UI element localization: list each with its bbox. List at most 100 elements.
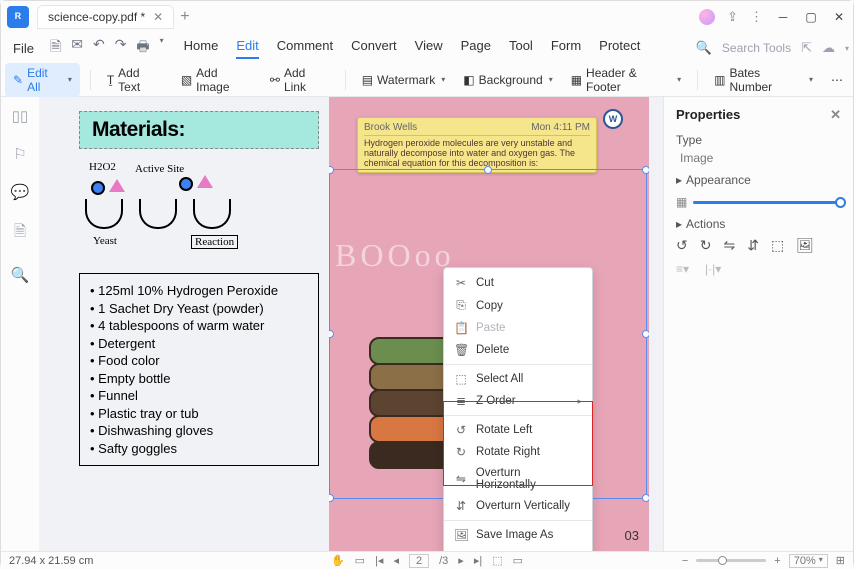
opacity-slider[interactable]	[693, 201, 841, 204]
ctx-select-all[interactable]: ⬚Select All	[444, 368, 592, 390]
resize-handle[interactable]	[329, 330, 334, 338]
last-page-icon[interactable]: ▸|	[474, 554, 482, 567]
cloud-sync-icon[interactable]: ☁	[822, 40, 835, 56]
flip-v-action[interactable]: ⇵	[747, 237, 759, 254]
crop-action[interactable]: ⬚	[771, 237, 784, 254]
overflow-button[interactable]: ⋯	[825, 71, 849, 89]
resize-handle[interactable]	[642, 494, 649, 502]
mail-icon[interactable]: ✉	[71, 36, 83, 60]
ctx-overturn-v[interactable]: ⇵Overturn Vertically	[444, 495, 592, 517]
materials-heading: Materials:	[92, 118, 306, 142]
select-tool-icon[interactable]: ▭	[355, 554, 365, 567]
add-image-button[interactable]: ▧Add Image	[175, 64, 258, 96]
list-item: • Funnel	[90, 387, 308, 405]
rotate-right-action[interactable]: ↻	[700, 237, 712, 254]
document-tab[interactable]: science-copy.pdf * ✕	[37, 5, 174, 29]
text-icon: Ṯ	[107, 73, 114, 87]
ctx-copy[interactable]: ⎘Copy	[444, 294, 592, 317]
file-menu[interactable]: File	[5, 39, 42, 58]
account-avatar-icon[interactable]	[699, 9, 715, 25]
save-icon[interactable]: 🗎	[50, 36, 61, 60]
menu-view[interactable]: View	[415, 38, 443, 59]
sticky-note[interactable]: Brook Wells Mon 4:11 PM Hydrogen peroxid…	[357, 117, 597, 173]
resize-handle[interactable]	[642, 330, 649, 338]
add-text-button[interactable]: ṮAdd Text	[101, 64, 169, 96]
background-button[interactable]: ◧Background▾	[457, 71, 558, 89]
next-page-icon[interactable]: ▸	[458, 554, 464, 567]
close-window-button[interactable]: ✕	[831, 10, 847, 24]
ctx-delete[interactable]: 🗑Delete	[444, 339, 592, 361]
align-left-action[interactable]: ≡▾	[676, 262, 689, 276]
rotate-left-action[interactable]: ↺	[676, 237, 688, 254]
resize-handle[interactable]	[329, 166, 334, 174]
settings-caret-icon[interactable]: ▾	[845, 44, 849, 53]
slider-thumb[interactable]	[835, 197, 846, 208]
zoom-in-icon[interactable]: +	[774, 555, 780, 567]
statusbar: 27.94 x 21.59 cm ✋ ▭ |◂ ◂ 2 /3 ▸ ▸| ⬚ ▭ …	[1, 551, 853, 569]
prev-page-icon[interactable]: ◂	[393, 554, 399, 567]
menu-comment[interactable]: Comment	[277, 38, 333, 59]
header-footer-button[interactable]: ▦Header & Footer▾	[565, 64, 687, 96]
comment-panel-icon[interactable]: 💬	[11, 183, 30, 201]
resize-handle[interactable]	[329, 494, 334, 502]
resize-handle[interactable]	[484, 166, 492, 174]
kebab-menu-icon[interactable]: ⋮	[750, 9, 763, 25]
undo-icon[interactable]: ↶	[93, 36, 105, 60]
zoom-out-icon[interactable]: −	[682, 555, 688, 567]
export-icon[interactable]: ⇱	[801, 40, 812, 56]
ctx-overturn-h[interactable]: ⇋Overturn Horizontally	[444, 463, 592, 495]
attachment-icon[interactable]: 🗎	[14, 221, 26, 246]
ctx-rotate-right[interactable]: ↻Rotate Right	[444, 441, 592, 463]
edit-all-button[interactable]: ✎ Edit All ▾	[5, 63, 80, 97]
page-input[interactable]: 2	[409, 554, 429, 568]
close-panel-icon[interactable]: ✕	[830, 107, 841, 123]
fit-page-icon[interactable]: ⬚	[492, 554, 502, 567]
minimize-button[interactable]: ─	[775, 10, 791, 24]
zoom-slider[interactable]	[696, 559, 766, 562]
search-placeholder[interactable]: Search Tools	[722, 41, 791, 55]
search-icon[interactable]: 🔍	[696, 40, 712, 56]
ctx-cut[interactable]: ✂Cut	[444, 272, 592, 294]
search-panel-icon[interactable]: 🔍	[11, 266, 30, 284]
replace-action[interactable]: 🖼	[796, 237, 814, 254]
align-dist-action[interactable]: |·|▾	[705, 262, 721, 276]
word-export-icon[interactable]: W	[603, 109, 623, 129]
bates-button[interactable]: ▥Bates Number▾	[708, 64, 819, 96]
watermark-button[interactable]: ▤Watermark▾	[356, 71, 452, 89]
print-icon[interactable]: 🖶	[136, 36, 149, 60]
zoom-value[interactable]: 70%▾	[789, 554, 828, 568]
fit-width-icon[interactable]: ⊞	[836, 554, 845, 567]
ctx-save-image[interactable]: 🖼Save Image As	[444, 524, 592, 546]
close-tab-icon[interactable]: ✕	[153, 10, 163, 24]
thumbnails-icon[interactable]: ▯▯	[12, 107, 29, 125]
menu-page[interactable]: Page	[461, 38, 491, 59]
menu-edit[interactable]: Edit	[236, 38, 258, 59]
redo-icon[interactable]: ↷	[115, 36, 127, 60]
menu-form[interactable]: Form	[551, 38, 581, 59]
menu-convert[interactable]: Convert	[351, 38, 397, 59]
ctx-replace-image[interactable]: ⟲Replace Image	[444, 546, 592, 551]
menu-tool[interactable]: Tool	[509, 38, 533, 59]
zoom-thumb[interactable]	[718, 556, 727, 565]
share-icon[interactable]: ⇪	[727, 9, 738, 25]
ctx-z-order[interactable]: ≣Z Order▸	[444, 390, 592, 412]
hand-tool-icon[interactable]: ✋	[331, 554, 345, 567]
actions-section[interactable]: ▸ Actions	[676, 217, 841, 231]
menu-home[interactable]: Home	[184, 38, 219, 59]
first-page-icon[interactable]: |◂	[375, 554, 383, 567]
add-link-button[interactable]: ⚯Add Link	[264, 64, 335, 96]
menu-protect[interactable]: Protect	[599, 38, 640, 59]
more-icon[interactable]: ▾	[160, 36, 164, 60]
app-icon: ᴿ	[7, 6, 29, 28]
new-tab-button[interactable]: +	[180, 8, 189, 26]
replace-icon: ⟲	[454, 550, 468, 551]
read-mode-icon[interactable]: ▭	[513, 554, 523, 567]
appearance-section[interactable]: ▸ Appearance	[676, 173, 841, 187]
ctx-rotate-left[interactable]: ↺Rotate Left	[444, 419, 592, 441]
canvas[interactable]: Materials: H2O2 Active Site Yeast Reacti…	[39, 97, 663, 551]
flip-h-action[interactable]: ⇋	[723, 237, 735, 254]
resize-handle[interactable]	[642, 166, 649, 174]
maximize-button[interactable]: ▢	[803, 10, 819, 24]
copy-icon: ⎘	[454, 298, 468, 313]
bookmark-icon[interactable]: ⚐	[13, 145, 26, 163]
